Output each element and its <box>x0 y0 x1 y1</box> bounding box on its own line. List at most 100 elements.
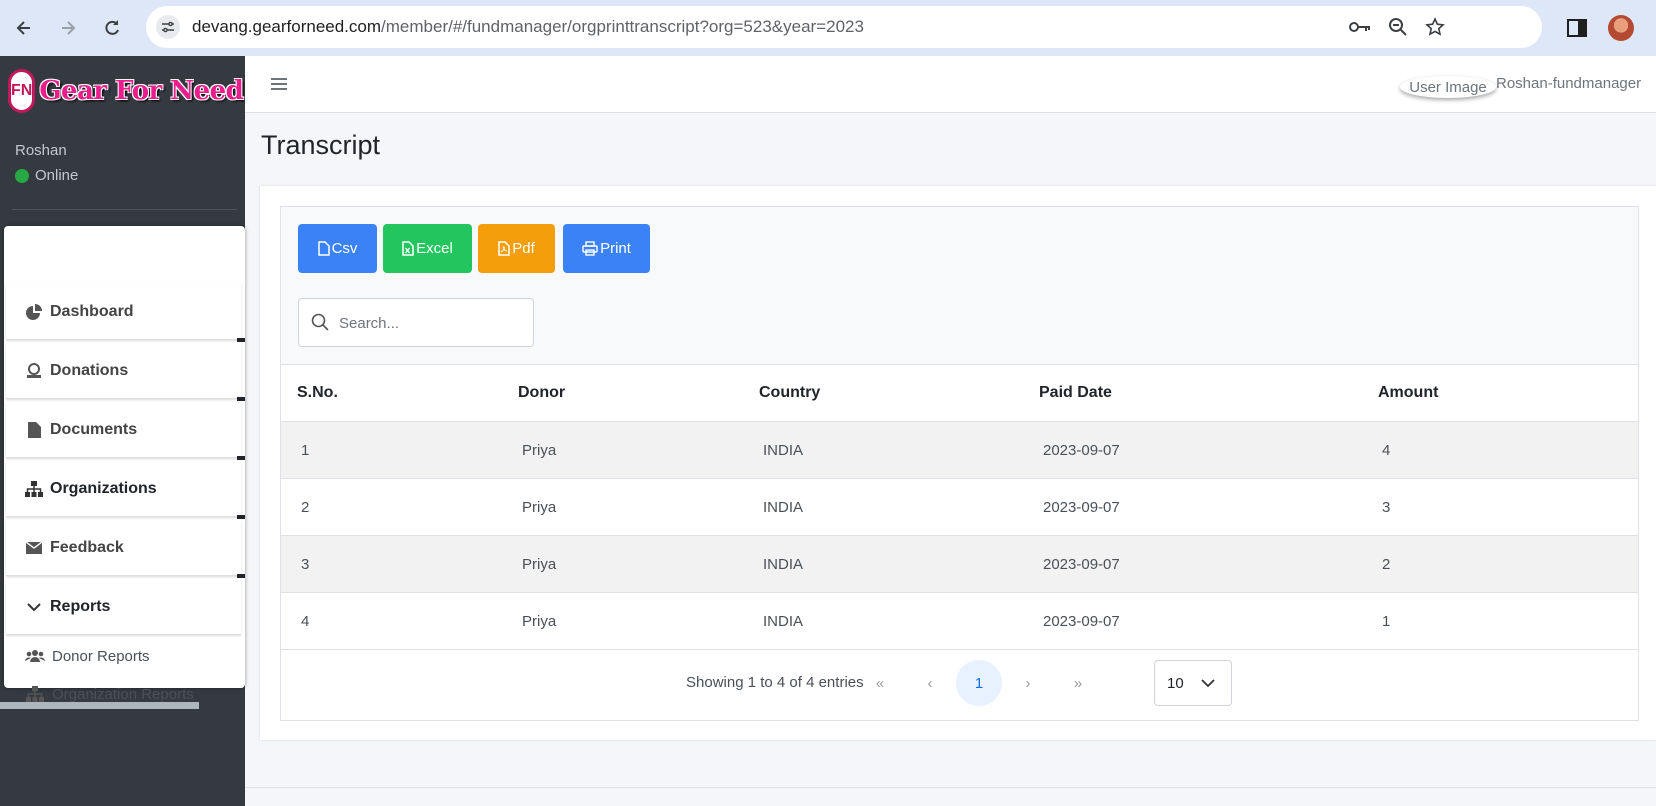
cell-paid-date: 2023-09-07 <box>1023 421 1362 479</box>
sidebar-scrollbar[interactable] <box>0 702 199 709</box>
site-info-icon[interactable] <box>156 15 180 39</box>
print-label: Print <box>600 240 631 257</box>
page-size-value: 10 <box>1167 674 1184 692</box>
print-button[interactable]: Print <box>563 224 650 273</box>
sidebar-edge <box>237 397 245 401</box>
chevron-down-icon <box>1201 675 1215 692</box>
user-menu-link[interactable]: Roshan-fundmanager <box>1496 75 1641 92</box>
brand-name: Gear For Need <box>39 76 244 106</box>
zoom-icon[interactable] <box>1386 15 1410 39</box>
sidebar-item-label: Feedback <box>50 538 124 556</box>
table-toolbar: Csv Excel Pdf Print <box>281 207 1638 365</box>
online-status-icon <box>15 168 29 183</box>
cell-donor: Priya <box>502 478 743 536</box>
user-status-label: Online <box>35 167 79 184</box>
page-size-select[interactable]: 10 <box>1154 660 1232 706</box>
search-box[interactable] <box>298 298 534 348</box>
table-row: 1 Priya INDIA 2023-09-07 4 <box>281 421 1638 479</box>
page-title: Transcript <box>261 130 381 160</box>
key-icon[interactable] <box>1348 15 1372 39</box>
top-navbar: User Image Roshan-fundmanager <box>245 56 1656 113</box>
cell-sno: 4 <box>281 592 502 649</box>
cell-amount: 2 <box>1362 535 1638 593</box>
pagination-bar: Showing 1 to 4 of 4 entries « ‹ 1 › » 10 <box>281 649 1638 720</box>
sidebar-edge <box>237 574 245 578</box>
cell-amount: 1 <box>1362 592 1638 649</box>
transcript-card: Csv Excel Pdf Print S.No. <box>260 186 1656 740</box>
cell-paid-date: 2023-09-07 <box>1023 535 1362 593</box>
sitemap-icon <box>24 480 44 497</box>
donate-icon <box>24 362 44 379</box>
url-text: devang.gearforneed.com/member/#/fundmana… <box>192 17 864 37</box>
sidebar-item-label: Organizations <box>50 479 157 497</box>
user-name[interactable]: Roshan <box>15 142 67 159</box>
file-icon <box>24 421 44 438</box>
column-header-amount[interactable]: Amount <box>1362 364 1638 422</box>
cell-donor: Priya <box>502 535 743 593</box>
user-image[interactable]: User Image <box>1400 76 1496 98</box>
table-row: 2 Priya INDIA 2023-09-07 3 <box>281 478 1638 536</box>
users-icon <box>24 649 46 663</box>
csv-button[interactable]: Csv <box>298 224 377 273</box>
sidebar-item-reports[interactable]: Reports <box>6 579 241 635</box>
cell-sno: 3 <box>281 535 502 593</box>
column-header-donor[interactable]: Donor <box>502 364 743 422</box>
cell-paid-date: 2023-09-07 <box>1023 478 1362 536</box>
last-page-button[interactable]: » <box>1055 660 1101 706</box>
column-header-country[interactable]: Country <box>743 364 1023 422</box>
file-excel-icon <box>402 241 414 256</box>
csv-label: Csv <box>331 240 358 257</box>
column-header-sno[interactable]: S.No. <box>281 364 502 422</box>
cell-amount: 4 <box>1362 421 1638 479</box>
cell-country: INDIA <box>743 478 1023 536</box>
excel-button[interactable]: Excel <box>383 224 472 273</box>
reload-icon[interactable] <box>98 14 126 42</box>
url-domain: devang.gearforneed.com <box>192 17 382 36</box>
transcript-table: S.No. Donor Country Paid Date Amount 1 P… <box>281 364 1638 649</box>
bookmark-star-icon[interactable] <box>1423 15 1447 39</box>
pdf-button[interactable]: Pdf <box>478 224 555 273</box>
menu-toggle-icon[interactable] <box>267 72 291 96</box>
sidebar-item-feedback[interactable]: Feedback <box>6 520 241 576</box>
sub-item-label: Organization Reports <box>52 685 194 703</box>
sidebar-edge <box>237 456 245 460</box>
forward-icon[interactable] <box>54 14 82 42</box>
sidebar: FN Gear For Need Roshan Online Dashboard… <box>0 56 245 806</box>
cell-donor: Priya <box>502 421 743 479</box>
search-input[interactable] <box>337 299 531 348</box>
side-panel-icon[interactable] <box>1563 14 1591 42</box>
brand-logo[interactable]: FN Gear For Need <box>8 68 244 114</box>
cell-sno: 1 <box>281 421 502 479</box>
sidebar-edge <box>237 338 245 342</box>
sidebar-item-donations[interactable]: Donations <box>6 343 241 399</box>
sidebar-subitem-donor-reports[interactable]: Donor Reports <box>6 641 241 671</box>
chevron-down-icon <box>24 602 44 612</box>
sidebar-item-label: Donations <box>50 361 129 379</box>
prev-page-button[interactable]: ‹ <box>907 660 953 706</box>
profile-avatar[interactable] <box>1607 14 1635 42</box>
column-header-paid-date[interactable]: Paid Date <box>1023 364 1362 422</box>
browser-toolbar: devang.gearforneed.com/member/#/fundmana… <box>0 0 1656 56</box>
next-page-button[interactable]: › <box>1005 660 1051 706</box>
sidebar-item-label: Reports <box>50 597 111 615</box>
sitemap-icon <box>24 686 46 702</box>
pdf-label: Pdf <box>512 240 535 257</box>
sidebar-divider <box>12 209 237 210</box>
sidebar-item-label: Dashboard <box>50 302 134 320</box>
user-status[interactable]: Online <box>15 167 78 184</box>
sidebar-item-documents[interactable]: Documents <box>6 402 241 458</box>
first-page-button[interactable]: « <box>857 660 903 706</box>
sidebar-item-organizations[interactable]: Organizations <box>6 461 241 517</box>
sidebar-item-dashboard[interactable]: Dashboard <box>6 284 241 340</box>
table-row: 4 Priya INDIA 2023-09-07 1 <box>281 592 1638 649</box>
print-icon <box>582 241 598 256</box>
brand-mark: FN <box>8 69 36 113</box>
cell-amount: 3 <box>1362 478 1638 536</box>
address-bar[interactable]: devang.gearforneed.com/member/#/fundmana… <box>146 6 1542 48</box>
datatable-wrapper: Csv Excel Pdf Print S.No. <box>280 206 1639 721</box>
url-path: /member/#/fundmanager/orgprinttranscript… <box>381 17 864 36</box>
sub-item-label: Donor Reports <box>52 647 150 665</box>
cell-country: INDIA <box>743 592 1023 649</box>
page-1-button[interactable]: 1 <box>956 660 1002 706</box>
back-icon[interactable] <box>10 14 38 42</box>
